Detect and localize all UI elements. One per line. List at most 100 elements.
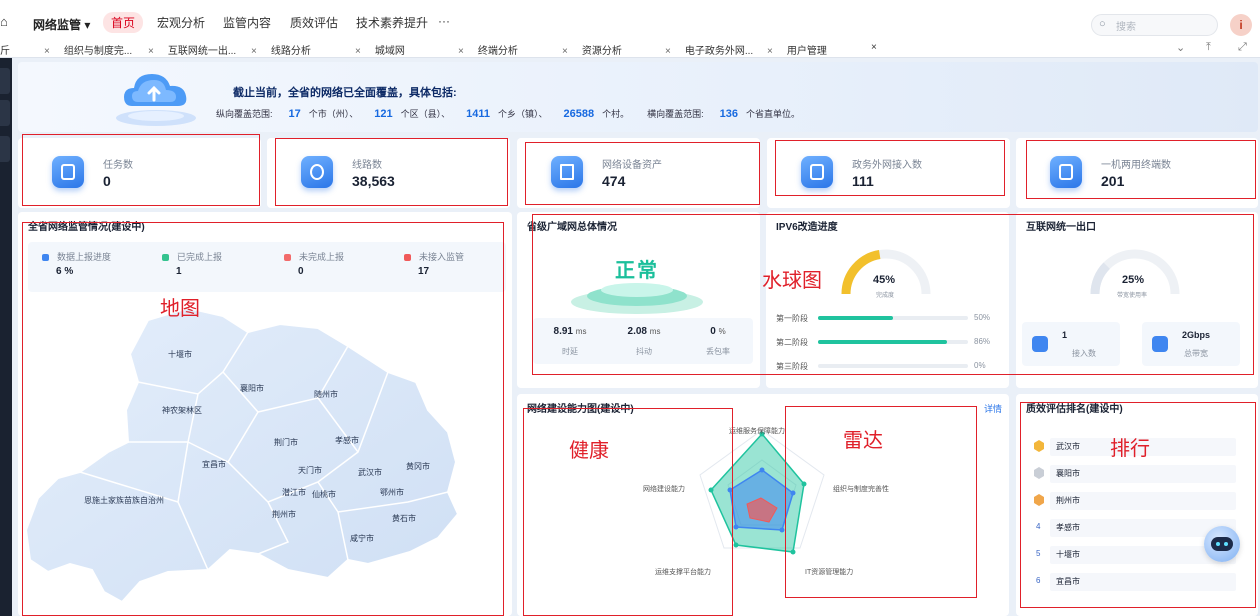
stat-card-terminals[interactable]: 一机两用终端数 201 — [1016, 138, 1258, 208]
annotation-radar: 雷达 — [843, 428, 883, 452]
stat-card-gov-access[interactable]: 政务外网接入数 111 — [767, 138, 1010, 208]
details-link[interactable]: 详情 — [984, 402, 1002, 415]
access-count-tile: 1 接入数 — [1022, 322, 1120, 366]
map-city-label: 黄石市 — [392, 514, 416, 523]
rank-row[interactable]: 6 宜昌市 — [1034, 573, 1236, 591]
rank-row[interactable]: 襄阳市 — [1034, 465, 1236, 483]
fullscreen-icon[interactable]: ⤢ — [1238, 41, 1247, 54]
tab-item[interactable]: × 电子政务外网... — [665, 42, 753, 57]
bronze-medal-icon — [1034, 494, 1044, 506]
rail-button[interactable] — [0, 68, 10, 94]
tab-item[interactable]: × 资源分析 — [562, 42, 622, 57]
stat-card-devices[interactable]: 网络设备资产 474 — [517, 138, 760, 208]
server-icon — [1032, 336, 1048, 352]
annotation-ranking: 排行 — [1110, 436, 1150, 460]
tab-item[interactable]: × 城域网 — [355, 42, 405, 57]
total-bandwidth-tile: 2Gbps 总带宽 — [1142, 322, 1240, 366]
province-map[interactable] — [18, 302, 512, 616]
chevron-down-icon[interactable]: ⌄ — [1176, 41, 1185, 54]
menu-quality-eval[interactable]: 质效评估 — [290, 14, 338, 31]
banner-coverage-line: 纵向覆盖范围: 17 个市（州）、 121 个区（县）、 1411 个乡（镇）、 26588 个… — [216, 107, 800, 120]
villages-count: 26588 — [563, 108, 595, 120]
rank-city: 宜昌市 — [1056, 577, 1080, 586]
rank-number: 4 — [1036, 522, 1041, 531]
menu-macro-analysis[interactable]: 宏观分析 — [157, 14, 205, 31]
towns-count: 1411 — [466, 108, 491, 120]
home-icon[interactable]: ⌂ — [0, 14, 8, 29]
rank-row[interactable]: 4 孝感市 — [1034, 519, 1236, 537]
horizontal-coverage-label: 横向覆盖范围: — [647, 109, 704, 119]
wan-panel: 省级广域网总体情况 正常 8.91 ms 时延 2.08 ms 抖动 0 % 丢… — [517, 212, 760, 388]
map-city-label: 襄阳市 — [240, 384, 264, 393]
stat-label: 未接入监管 — [419, 252, 465, 262]
menu-tech-skills[interactable]: 技术素养提升 — [356, 14, 428, 31]
rank-city: 襄阳市 — [1056, 469, 1080, 478]
file-icon — [404, 254, 411, 261]
stat-value: 0 — [103, 173, 111, 189]
close-icon[interactable]: × — [871, 42, 877, 53]
close-icon[interactable]: × — [355, 46, 361, 57]
loss-label: 丢包率 — [706, 347, 730, 356]
coverage-banner: 截止当前，全省的网络已全面覆盖，具体包括: 纵向覆盖范围: 17 个市（州）、 121… — [18, 62, 1258, 132]
menu-supervision[interactable]: 监管内容 — [223, 14, 271, 31]
radar-axis-label: 网络建设能力 — [643, 486, 685, 493]
close-icon[interactable]: × — [44, 46, 50, 57]
map-city-label: 仙桃市 — [312, 490, 336, 499]
rank-city: 孝感市 — [1056, 523, 1080, 532]
stat-card-lines[interactable]: 线路数 38,563 — [267, 138, 510, 208]
stat-label: 已完成上报 — [177, 252, 223, 262]
brand-menu[interactable]: 网络监管 ▾ — [33, 16, 90, 33]
tab-item[interactable]: × 线路分析 — [251, 42, 311, 57]
ipv6-panel: IPV6改造进度 45% 完成度 第一阶段 50% 第二阶段 86% 第三阶段 … — [762, 212, 1009, 388]
rail-button[interactable] — [0, 136, 10, 162]
stage-percent: 50% — [974, 313, 991, 322]
tab-item[interactable]: × 互联网统一出... — [148, 42, 236, 57]
ipv6-percent: 45% — [873, 274, 896, 286]
tab-item[interactable]: × 组织与制度完... — [44, 42, 132, 57]
gold-medal-icon — [1034, 440, 1044, 452]
menu-home[interactable]: 首页 — [103, 12, 144, 33]
access-label: 接入数 — [1072, 349, 1096, 358]
link-icon — [301, 156, 333, 188]
cloud-upload-icon — [116, 74, 196, 126]
units-count: 136 — [719, 108, 739, 120]
close-icon[interactable]: × — [562, 46, 568, 57]
rank-city: 荆州市 — [1056, 496, 1080, 505]
menu-more[interactable]: ··· — [438, 14, 450, 28]
cities-count: 17 — [288, 108, 301, 120]
map-city-label: 咸宁市 — [350, 534, 374, 543]
map-city-label: 鄂州市 — [380, 488, 404, 497]
panel-title: 互联网统一出口 — [1026, 222, 1096, 233]
close-icon[interactable]: × — [767, 46, 773, 57]
stage-progress-bar — [818, 340, 968, 344]
tab-item[interactable]: × 终端分析 — [458, 42, 518, 57]
top-navigation-bar: ⌂ 网络监管 ▾ 首页 宏观分析 监管内容 质效评估 技术素养提升 ··· ○ … — [0, 0, 1260, 40]
radar-axis-label: 运维服务保障能力 — [729, 428, 785, 435]
stat-label: 数据上报进度 — [57, 252, 112, 262]
bandwidth-label: 总带宽 — [1184, 349, 1208, 358]
rail-button[interactable] — [0, 100, 10, 126]
stat-value: 111 — [852, 173, 874, 189]
search-icon: ○ — [1099, 18, 1106, 30]
assistant-bot-icon[interactable] — [1204, 526, 1240, 562]
stat-card-tasks[interactable]: 任务数 0 — [18, 138, 261, 208]
close-icon[interactable]: × — [148, 46, 154, 57]
silver-medal-icon — [1034, 467, 1044, 479]
close-icon[interactable]: × — [458, 46, 464, 57]
close-icon[interactable]: × — [665, 46, 671, 57]
close-icon[interactable]: × — [251, 46, 257, 57]
stat-label: 网络设备资产 — [602, 160, 662, 171]
avatar[interactable]: i — [1230, 14, 1252, 36]
upload-icon[interactable]: ⤒ — [1206, 41, 1211, 54]
network-icon — [801, 156, 833, 188]
tab-item[interactable]: × 用户管理 — [767, 42, 827, 57]
radar-axis-label: 运维支撑平台能力 — [655, 569, 711, 576]
rank-row[interactable]: 荆州市 — [1034, 492, 1236, 510]
stage-progress-bar — [818, 364, 968, 368]
terminal-icon — [1050, 156, 1082, 188]
map-summary: 数据上报进度 6 % 已完成上报 1 未完成上报 0 未接入监管 17 — [28, 242, 506, 292]
server-icon — [551, 156, 583, 188]
bandwidth-percent: 25% — [1122, 274, 1145, 286]
wan-status: 正常 — [615, 260, 659, 282]
search-input[interactable]: ○ 搜索 — [1091, 14, 1218, 36]
